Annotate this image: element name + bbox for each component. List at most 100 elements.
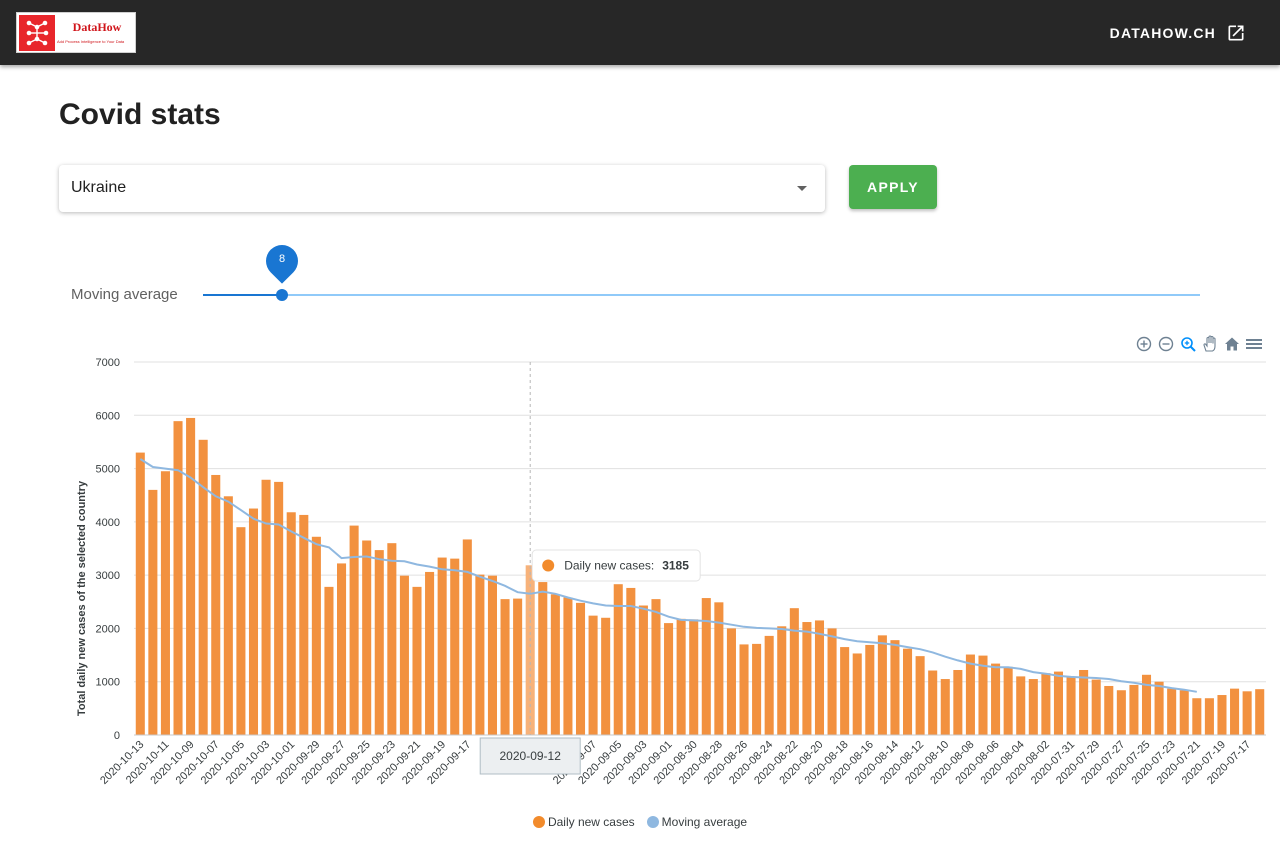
data-bar[interactable]	[915, 656, 925, 735]
data-bar[interactable]	[689, 619, 699, 735]
data-bar[interactable]	[1255, 689, 1265, 735]
data-bar[interactable]	[953, 669, 963, 735]
data-bar[interactable]	[1230, 688, 1240, 735]
data-bar[interactable]	[701, 598, 711, 735]
data-bar[interactable]	[726, 628, 736, 735]
data-bar[interactable]	[1066, 676, 1076, 735]
data-bar[interactable]	[173, 421, 183, 735]
data-bar[interactable]	[135, 452, 145, 735]
legend-label-moving-average: Moving average	[661, 815, 748, 829]
data-bar[interactable]	[840, 647, 850, 735]
data-bar[interactable]	[1242, 691, 1252, 735]
data-bar[interactable]	[1192, 698, 1202, 735]
data-bar[interactable]	[1204, 698, 1214, 735]
data-bar[interactable]	[362, 540, 372, 735]
data-bar[interactable]	[814, 620, 825, 735]
selection-zoom-icon[interactable]	[1179, 334, 1197, 354]
data-bar[interactable]	[487, 575, 497, 735]
data-bar[interactable]	[236, 527, 246, 735]
data-bar[interactable]	[777, 626, 787, 735]
data-bar[interactable]	[626, 587, 636, 735]
data-bar[interactable]	[261, 479, 271, 735]
data-bar[interactable]	[664, 623, 674, 735]
data-bar[interactable]	[802, 622, 812, 735]
data-bar[interactable]	[500, 599, 510, 735]
data-bar[interactable]	[1053, 671, 1063, 735]
data-bar[interactable]	[274, 481, 284, 735]
data-bar[interactable]	[1154, 681, 1164, 735]
data-bar[interactable]	[1041, 673, 1051, 735]
data-bar[interactable]	[588, 615, 598, 735]
data-bar[interactable]	[601, 617, 611, 735]
data-bar[interactable]	[1179, 690, 1189, 735]
y-tick-label: 5000	[96, 464, 120, 476]
x-axis-hover-label: 2020-09-12	[500, 749, 562, 763]
data-bar[interactable]	[651, 599, 661, 735]
data-bar[interactable]	[1167, 688, 1177, 735]
data-bar[interactable]	[877, 635, 887, 735]
data-bar[interactable]	[638, 605, 648, 735]
data-bar[interactable]	[374, 550, 384, 735]
data-bar[interactable]	[311, 536, 321, 735]
data-bar[interactable]	[1104, 685, 1114, 735]
data-bar[interactable]	[978, 655, 988, 735]
data-bar[interactable]	[940, 679, 950, 735]
legend-item-daily-new-cases[interactable]: Daily new cases	[532, 815, 635, 829]
data-bar[interactable]	[399, 575, 409, 735]
data-bar[interactable]	[1091, 679, 1101, 735]
data-bar[interactable]	[437, 557, 447, 735]
data-bar[interactable]	[387, 543, 397, 735]
data-bar[interactable]	[752, 643, 762, 735]
data-bar[interactable]	[563, 597, 573, 735]
data-bar[interactable]	[890, 640, 900, 735]
data-bar[interactable]	[827, 628, 837, 735]
data-bar[interactable]	[1079, 669, 1089, 735]
data-bar[interactable]	[1028, 679, 1038, 735]
data-bar[interactable]	[538, 582, 548, 735]
data-bar[interactable]	[1003, 666, 1013, 735]
data-bar[interactable]	[186, 417, 196, 735]
zoom-out-icon[interactable]	[1157, 334, 1175, 354]
data-bar[interactable]	[865, 644, 875, 735]
pan-hand-icon[interactable]	[1201, 334, 1219, 354]
chart-menu-icon[interactable]	[1245, 334, 1263, 354]
y-tick-label: 2000	[96, 623, 120, 635]
data-bar[interactable]	[211, 474, 221, 735]
y-tick-label: 0	[114, 730, 120, 742]
legend-item-moving-average[interactable]: Moving average	[646, 815, 748, 829]
reset-home-icon[interactable]	[1223, 334, 1241, 354]
data-bar[interactable]	[965, 654, 975, 735]
data-bar[interactable]	[412, 586, 422, 735]
data-bar[interactable]	[991, 663, 1001, 735]
chart-toolbar	[1135, 334, 1263, 354]
data-bar[interactable]	[1129, 684, 1139, 735]
data-bar[interactable]	[148, 489, 158, 735]
data-bar[interactable]	[299, 514, 309, 735]
data-bar[interactable]	[789, 608, 799, 735]
data-bar[interactable]	[739, 644, 749, 735]
data-bar[interactable]	[1217, 695, 1227, 735]
data-bar[interactable]	[676, 618, 686, 735]
zoom-in-icon[interactable]	[1135, 334, 1153, 354]
data-bar[interactable]	[475, 574, 485, 735]
data-bar[interactable]	[223, 496, 233, 735]
data-bar[interactable]	[903, 648, 913, 735]
data-bar[interactable]	[575, 602, 586, 735]
data-bar[interactable]	[462, 539, 472, 735]
legend-marker-daily-new-cases	[532, 816, 545, 828]
data-bar[interactable]	[160, 471, 170, 735]
data-bar[interactable]	[425, 571, 435, 735]
data-bar[interactable]	[324, 586, 334, 735]
data-bar[interactable]	[852, 653, 862, 735]
data-bar[interactable]	[764, 635, 774, 735]
data-bar[interactable]	[1016, 676, 1026, 735]
data-bar[interactable]	[337, 563, 347, 735]
data-bar[interactable]	[286, 512, 296, 735]
data-bar[interactable]	[928, 670, 938, 735]
tooltip-series-label: Daily new cases:	[564, 559, 654, 573]
data-bar[interactable]	[248, 508, 259, 735]
data-bar[interactable]	[550, 594, 560, 735]
data-bar[interactable]	[450, 558, 460, 735]
data-bar[interactable]	[1116, 690, 1126, 735]
data-bar[interactable]	[513, 598, 523, 735]
